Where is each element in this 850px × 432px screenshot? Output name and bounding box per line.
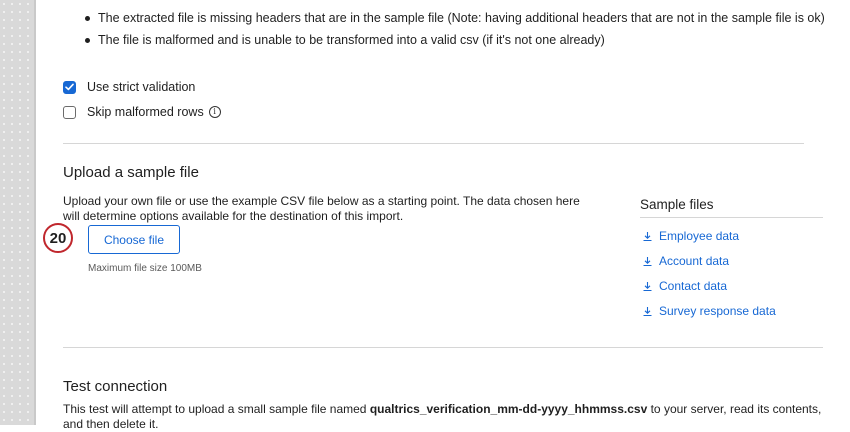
- upload-description: Upload your own file or use the example …: [63, 194, 580, 223]
- left-rail: [0, 0, 34, 425]
- test-connection-title: Test connection: [63, 378, 168, 395]
- download-icon: [643, 306, 652, 316]
- info-icon[interactable]: i: [208, 106, 221, 118]
- sample-link-employee[interactable]: Employee data: [640, 229, 739, 243]
- sample-link-account[interactable]: Account data: [640, 254, 729, 268]
- step-badge: 20: [43, 223, 73, 253]
- rule-text: The extracted file is missing headers th…: [98, 11, 825, 25]
- test-connection-description: This test will attempt to upload a small…: [63, 402, 823, 432]
- skip-malformed-label: Skip malformed rows: [87, 105, 204, 119]
- upload-section-title: Upload a sample file: [63, 164, 199, 181]
- verification-filename: qualtrics_verification_mm-dd-yyyy_hhmmss…: [369, 402, 648, 416]
- download-icon: [643, 281, 652, 291]
- section-divider: [63, 347, 823, 348]
- strict-validation-option[interactable]: Use strict validation: [63, 80, 195, 94]
- skip-malformed-checkbox[interactable]: [63, 105, 76, 119]
- sample-files-title: Sample files: [640, 197, 714, 212]
- sample-link-label: Contact data: [659, 279, 728, 293]
- download-icon: [643, 256, 652, 266]
- rule-text: The file is malformed and is unable to b…: [98, 33, 605, 47]
- sample-link-label: Employee data: [659, 229, 740, 243]
- checkmark-icon: [65, 83, 74, 91]
- choose-file-button[interactable]: Choose file: [88, 225, 180, 254]
- skip-malformed-option[interactable]: Skip malformed rows i: [63, 105, 221, 119]
- sample-link-contact[interactable]: Contact data: [640, 279, 727, 293]
- sample-files-divider: [640, 217, 823, 218]
- main-content: The extracted file is missing headers th…: [36, 0, 850, 431]
- bullet-icon: [85, 16, 90, 21]
- download-icon: [643, 231, 652, 241]
- strict-validation-checkbox[interactable]: [63, 80, 76, 94]
- sample-link-label: Account data: [659, 254, 730, 268]
- max-file-size: Maximum file size 100MB: [88, 263, 202, 274]
- test-text-before: This test will attempt to upload a small…: [63, 402, 370, 416]
- strict-validation-label: Use strict validation: [87, 80, 196, 94]
- sample-link-survey-response[interactable]: Survey response data: [640, 304, 776, 318]
- bullet-icon: [85, 38, 90, 43]
- section-divider: [63, 143, 804, 144]
- list-item: The file is malformed and is unable to b…: [85, 32, 838, 49]
- sample-link-label: Survey response data: [659, 304, 776, 318]
- list-item: The extracted file is missing headers th…: [85, 10, 838, 27]
- validation-rules-list: The extracted file is missing headers th…: [85, 10, 838, 54]
